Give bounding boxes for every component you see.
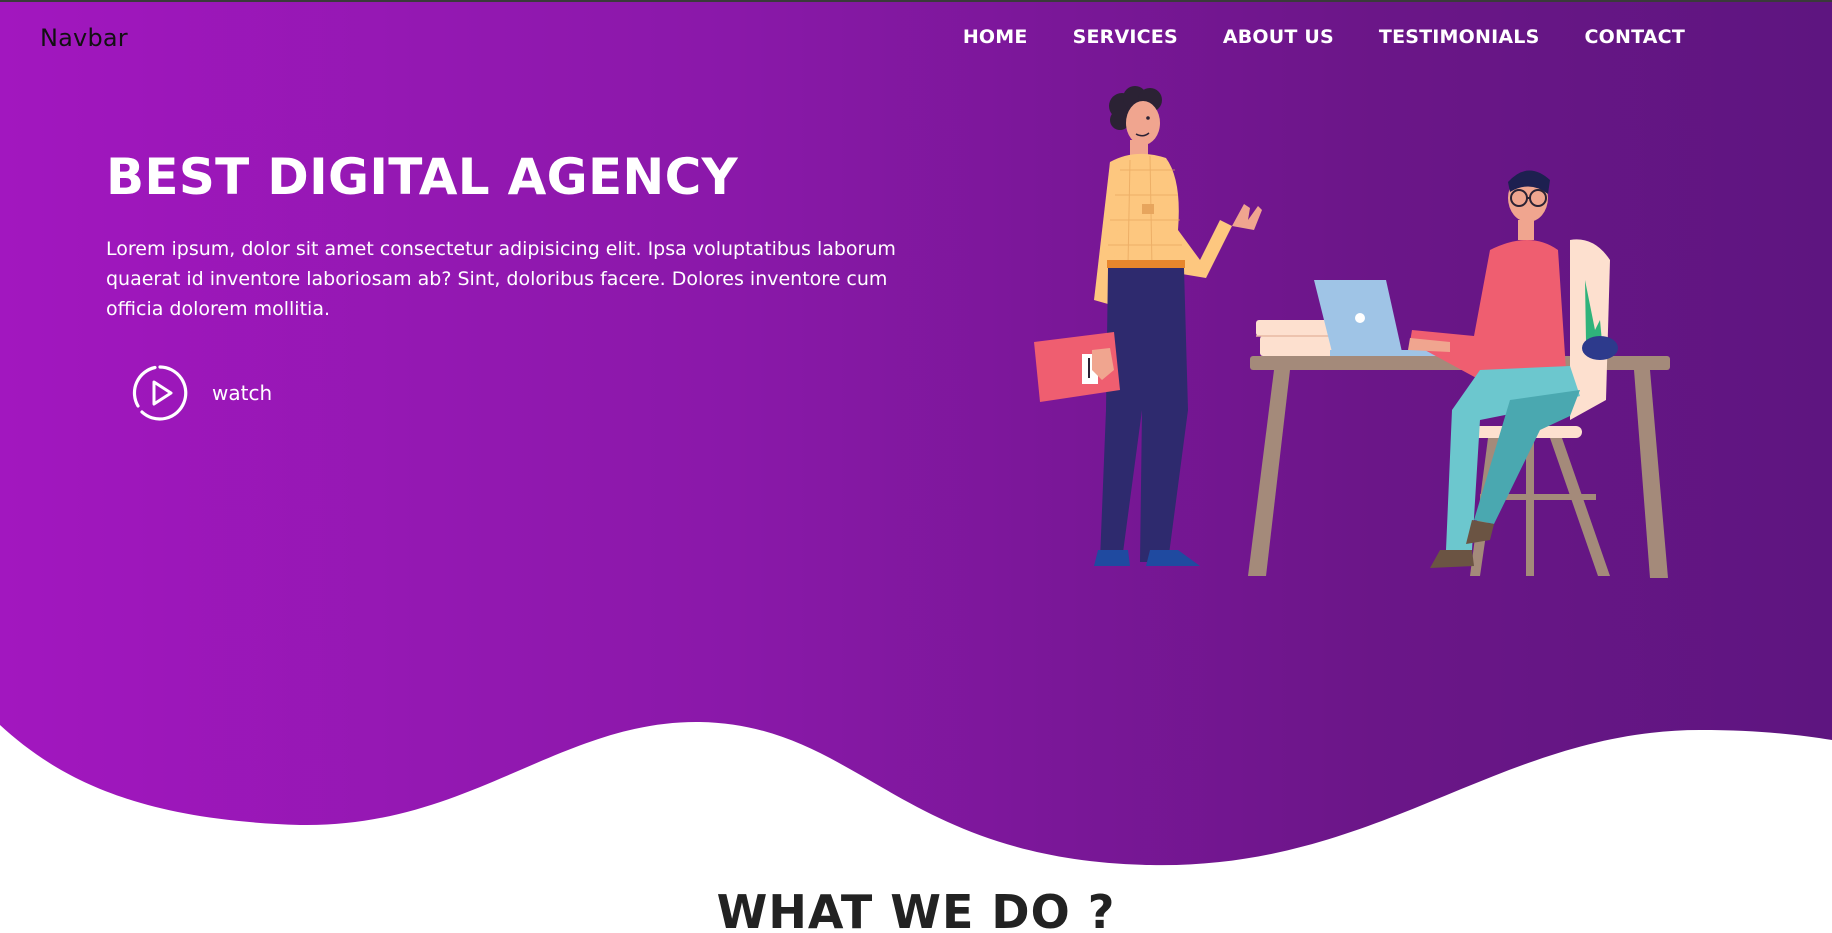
nav-link-home[interactable]: HOME [963,26,1028,48]
hero-wave [0,721,1832,880]
navbar: Navbar HOME SERVICES ABOUT US TESTIMONIA… [0,0,1832,80]
top-border [0,0,1832,2]
sitting-person-illustration [1408,170,1618,576]
nav-link-testimonials[interactable]: TESTIMONIALS [1379,26,1540,48]
watch-button[interactable]: watch [131,364,272,422]
navbar-brand[interactable]: Navbar [40,24,128,52]
office-illustration [1034,86,1670,578]
nav-link-about-us[interactable]: ABOUT US [1223,26,1334,48]
hero-description: Lorem ipsum, dolor sit amet consectetur … [106,238,896,320]
play-circle-icon[interactable] [131,364,189,422]
hero-title: BEST DIGITAL AGENCY [106,148,739,206]
standing-person-illustration [1034,86,1262,566]
nav-links: HOME SERVICES ABOUT US TESTIMONIALS CONT… [963,26,1685,48]
nav-link-services[interactable]: SERVICES [1073,26,1178,48]
section-title-what-we-do: WHAT WE DO ? [716,885,1116,933]
nav-link-contact[interactable]: CONTACT [1585,26,1686,48]
watch-label[interactable]: watch [212,381,272,405]
